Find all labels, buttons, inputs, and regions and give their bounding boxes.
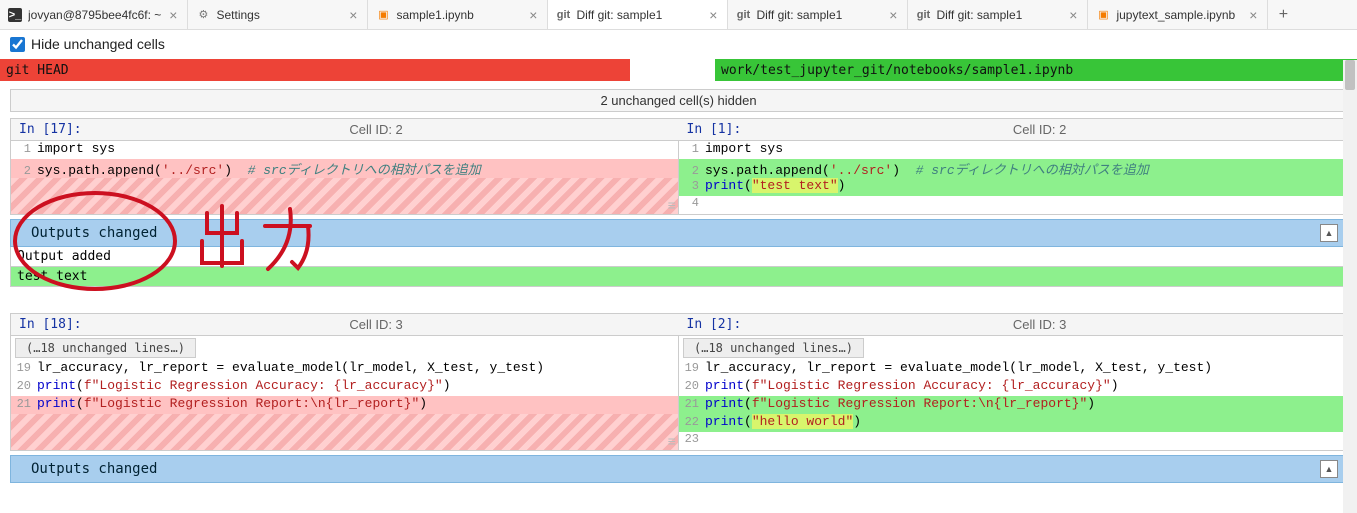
- scrollbar[interactable]: [1343, 60, 1357, 513]
- close-icon[interactable]: ×: [527, 7, 539, 23]
- tab-label: jovyan@8795bee4fc6f: ~: [28, 8, 161, 22]
- tab-label: Diff git: sample1: [936, 8, 1061, 22]
- code-line: 4: [679, 196, 1346, 214]
- diff-content[interactable]: 2 unchanged cell(s) hidden In [17]: Cell…: [0, 81, 1357, 508]
- close-icon[interactable]: ×: [347, 7, 359, 23]
- tab-label: Diff git: sample1: [576, 8, 701, 22]
- tab[interactable]: gitDiff git: sample1×: [908, 0, 1088, 29]
- code-line: 19lr_accuracy, lr_report = evaluate_mode…: [11, 360, 678, 378]
- new-tab-button[interactable]: +: [1268, 0, 1298, 29]
- tab-label: jupytext_sample.ipynb: [1116, 8, 1241, 22]
- resize-handle-icon[interactable]: ≡: [668, 438, 676, 448]
- cellid-right: Cell ID: 3: [741, 317, 1338, 332]
- tab[interactable]: gitDiff git: sample1×: [548, 0, 728, 29]
- tab-label: Settings: [216, 8, 341, 22]
- code-line: 1import sys: [679, 141, 1346, 159]
- code-line: 1import sys: [11, 141, 678, 159]
- tab-label: Diff git: sample1: [756, 8, 881, 22]
- tab-label: sample1.ipynb: [396, 8, 521, 22]
- code-right[interactable]: (…18 unchanged lines…) 19lr_accuracy, lr_…: [679, 336, 1346, 450]
- tab[interactable]: gitDiff git: sample1×: [728, 0, 908, 29]
- code-line: 23: [679, 432, 1346, 450]
- scrollbar-thumb[interactable]: [1345, 60, 1355, 90]
- collapse-icon[interactable]: ▲: [1320, 460, 1338, 478]
- prompt-right: In [1]:: [687, 122, 742, 137]
- hide-unchanged-checkbox[interactable]: [10, 37, 25, 52]
- output-added-label: Output added: [10, 247, 1347, 267]
- prompt-left: In [17]:: [19, 122, 82, 137]
- code-line: 20print(f"Logistic Regression Accuracy: …: [679, 378, 1346, 396]
- hidden-cells-banner[interactable]: 2 unchanged cell(s) hidden: [10, 89, 1347, 112]
- code-line: 2sys.path.append('../src') # srcディレクトリへの…: [11, 159, 678, 178]
- unchanged-lines-fold[interactable]: (…18 unchanged lines…): [683, 338, 864, 358]
- close-icon[interactable]: ×: [167, 7, 179, 23]
- outputs-changed-banner[interactable]: Outputs changed ▲: [10, 219, 1347, 247]
- code-left[interactable]: (…18 unchanged lines…) 19lr_accuracy, lr_…: [11, 336, 679, 450]
- cellid-right: Cell ID: 2: [741, 122, 1338, 137]
- resize-handle-icon[interactable]: ≡: [668, 202, 676, 212]
- close-icon[interactable]: ×: [707, 7, 719, 23]
- source-header-row: git HEAD work/test_jupyter_git/notebooks…: [0, 59, 1357, 81]
- code-line: 22print("hello world"): [679, 414, 1346, 432]
- code-line: 2sys.path.append('../src') # srcディレクトリへの…: [679, 159, 1346, 178]
- prompt-right: In [2]:: [687, 317, 742, 332]
- code-right[interactable]: 1import sys2sys.path.append('../src') # …: [679, 141, 1346, 214]
- hide-unchanged-label: Hide unchanged cells: [31, 36, 165, 52]
- code-line: 3print("test text"): [679, 178, 1346, 196]
- diff-chunk-cell-3: In [18]: Cell ID: 3 In [2]: Cell ID: 3 (…: [10, 313, 1347, 451]
- tab-bar: >_jovyan@8795bee4fc6f: ~×⚙Settings×▣samp…: [0, 0, 1357, 30]
- cellid-left: Cell ID: 3: [82, 317, 671, 332]
- source-left: git HEAD: [0, 59, 630, 81]
- close-icon[interactable]: ×: [1067, 7, 1079, 23]
- code-left[interactable]: 1import sys2sys.path.append('../src') # …: [11, 141, 679, 214]
- output-added-text: test text: [10, 267, 1347, 287]
- diff-chunk-cell-2: In [17]: Cell ID: 2 In [1]: Cell ID: 2 1…: [10, 118, 1347, 215]
- collapse-icon[interactable]: ▲: [1320, 224, 1338, 242]
- tab[interactable]: ▣jupytext_sample.ipynb×: [1088, 0, 1268, 29]
- close-icon[interactable]: ×: [1247, 7, 1259, 23]
- tab[interactable]: ▣sample1.ipynb×: [368, 0, 548, 29]
- tab[interactable]: ⚙Settings×: [188, 0, 368, 29]
- diff-toolbar: Hide unchanged cells: [0, 30, 1357, 59]
- code-line: 21print(f"Logistic Regression Report:\n{…: [679, 396, 1346, 414]
- code-line: 21print(f"Logistic Regression Report:\n{…: [11, 396, 678, 414]
- tab[interactable]: >_jovyan@8795bee4fc6f: ~×: [0, 0, 188, 29]
- cellid-left: Cell ID: 2: [82, 122, 671, 137]
- close-icon[interactable]: ×: [887, 7, 899, 23]
- unchanged-lines-fold[interactable]: (…18 unchanged lines…): [15, 338, 196, 358]
- source-right: work/test_jupyter_git/notebooks/sample1.…: [715, 59, 1357, 81]
- code-line: 20print(f"Logistic Regression Accuracy: …: [11, 378, 678, 396]
- code-line: 19lr_accuracy, lr_report = evaluate_mode…: [679, 360, 1346, 378]
- outputs-changed-banner[interactable]: Outputs changed ▲: [10, 455, 1347, 483]
- prompt-left: In [18]:: [19, 317, 82, 332]
